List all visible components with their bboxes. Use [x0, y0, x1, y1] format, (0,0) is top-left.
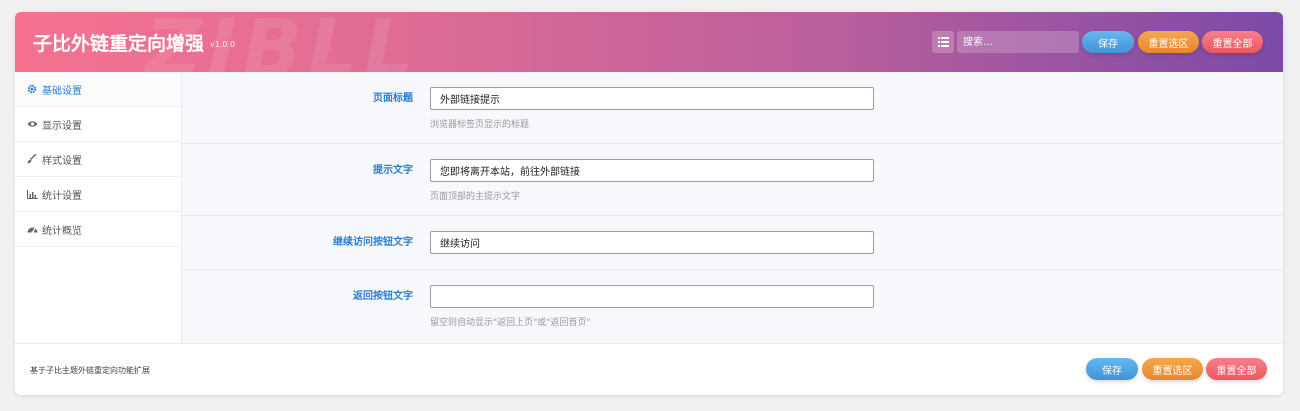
sidebar-item-stats-overview[interactable]: 统计概览 [15, 212, 181, 247]
page-title-input[interactable] [430, 87, 874, 110]
search-input[interactable] [957, 31, 1079, 53]
field-description: 页面顶部的主提示文字 [430, 192, 521, 202]
sidebar-item-basic[interactable]: 基础设置 [15, 72, 181, 107]
sidebar: 基础设置 显示设置 样式设置 统计设置 统计概览 [15, 72, 182, 343]
header-reset-section-button[interactable]: 重置选区 [1138, 31, 1199, 53]
field-row-continue-button: 继续访问按钮文字 [182, 216, 1283, 270]
bar-chart-icon [26, 188, 38, 200]
sidebar-item-label: 统计概览 [42, 225, 82, 237]
sidebar-item-label: 统计设置 [42, 190, 82, 202]
prompt-text-input[interactable] [430, 159, 874, 182]
footer-reset-section-button[interactable]: 重置选区 [1142, 358, 1203, 380]
field-label: 返回按钮文字 [353, 291, 413, 302]
eye-icon [26, 118, 38, 130]
settings-panel: ZIBLL 子比外链重定向增强v1.0.0 保存 重置选区 重置全部 [15, 12, 1283, 395]
footer-credit: 基于子比主题外链重定向功能扩展 [30, 366, 150, 375]
field-description: 浏览器标签页显示的标题 [430, 120, 530, 130]
brush-icon [26, 153, 38, 165]
footer-reset-all-button[interactable]: 重置全部 [1206, 358, 1267, 380]
sidebar-item-label: 基础设置 [42, 85, 82, 97]
field-row-back-button: 返回按钮文字 留空则自动显示"返回上页"或"返回首页" [182, 270, 1283, 343]
field-description: 留空则自动显示"返回上页"或"返回首页" [430, 318, 591, 328]
list-search-icon [937, 37, 949, 47]
sidebar-item-style[interactable]: 样式设置 [15, 142, 181, 177]
header-save-button[interactable]: 保存 [1082, 31, 1134, 53]
field-label: 页面标题 [373, 93, 413, 104]
dashboard-icon [26, 223, 38, 235]
version-badge: v1.0.0 [210, 40, 236, 49]
header-reset-all-button[interactable]: 重置全部 [1202, 31, 1263, 53]
footer-bar: 基于子比主题外链重定向功能扩展 保存 重置选区 重置全部 [15, 343, 1283, 395]
page-title: 子比外链重定向增强 v1.0.0 [33, 29, 235, 56]
sidebar-item-display[interactable]: 显示设置 [15, 107, 181, 142]
sidebar-item-label: 显示设置 [42, 120, 82, 132]
footer-save-button[interactable]: 保存 [1086, 358, 1138, 380]
field-label: 继续访问按钮文字 [333, 237, 413, 248]
search-icon[interactable] [932, 31, 954, 53]
header-bar: ZIBLL 子比外链重定向增强v1.0.0 保存 重置选区 重置全部 [15, 12, 1283, 72]
field-row-prompt-text: 提示文字 页面顶部的主提示文字 [182, 144, 1283, 216]
sidebar-item-stats-settings[interactable]: 统计设置 [15, 177, 181, 212]
settings-content: 页面标题 浏览器标签页显示的标题 提示文字 页面顶部的主提示文字 继续访问按钮文… [182, 72, 1283, 343]
gear-icon [26, 83, 38, 95]
sidebar-item-label: 样式设置 [42, 155, 82, 167]
continue-button-text-input[interactable] [430, 231, 874, 254]
field-label: 提示文字 [373, 165, 413, 176]
page-title-text: 子比外链重定向增强 [33, 33, 205, 55]
field-row-page-title: 页面标题 浏览器标签页显示的标题 [182, 72, 1283, 144]
back-button-text-input[interactable] [430, 285, 874, 308]
